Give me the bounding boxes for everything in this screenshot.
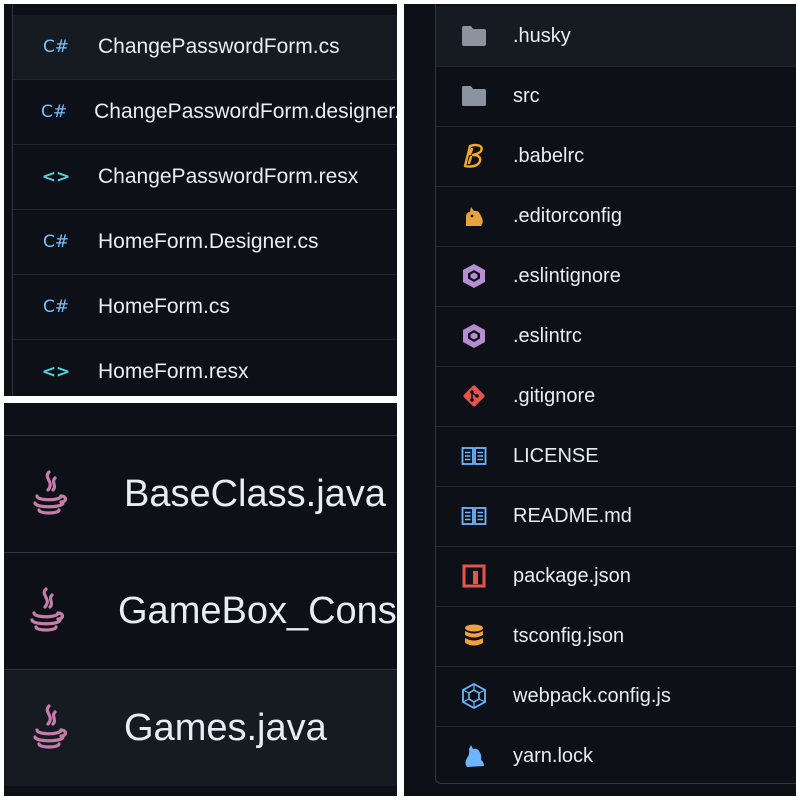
file-row[interactable]: .husky <box>436 6 796 67</box>
file-row[interactable]: tsconfig.json <box>436 606 796 667</box>
file-row[interactable]: <> ChangePasswordForm.resx <box>13 145 397 210</box>
file-name[interactable]: ChangePasswordForm.cs <box>98 35 340 59</box>
file-row[interactable]: yarn.lock <box>436 726 796 786</box>
folder-icon <box>460 85 488 107</box>
file-row[interactable]: C# HomeForm.Designer.cs <box>13 210 397 275</box>
file-name[interactable]: Games.java <box>124 707 327 750</box>
file-name[interactable]: .babelrc <box>513 145 584 168</box>
npm-icon <box>460 564 488 588</box>
java-file-list-panel: BaseClass.java GameBox_Console.java <box>4 403 397 796</box>
file-name[interactable]: .editorconfig <box>513 205 622 228</box>
babel-icon <box>460 143 488 169</box>
file-row[interactable]: <> HomeForm.resx <box>13 340 397 396</box>
file-row[interactable]: .editorconfig <box>436 186 796 247</box>
file-row[interactable]: C# ChangePasswordForm.designer.cs <box>13 80 397 145</box>
file-name[interactable]: package.json <box>513 565 631 588</box>
file-row[interactable]: README.md <box>436 486 796 547</box>
folder-icon <box>460 25 488 47</box>
webpack-icon <box>460 683 488 709</box>
file-row[interactable]: C# HomeForm.cs <box>13 275 397 340</box>
java-file-icon <box>26 585 66 637</box>
file-name[interactable]: src <box>513 85 540 108</box>
file-row[interactable]: Games.java <box>4 670 397 786</box>
file-row[interactable]: .eslintrc <box>436 306 796 367</box>
file-row[interactable]: .eslintignore <box>436 246 796 307</box>
database-icon <box>460 623 488 649</box>
file-name[interactable]: HomeForm.Designer.cs <box>98 230 319 254</box>
file-name[interactable]: HomeForm.cs <box>98 295 230 319</box>
csharp-file-icon: C# <box>41 102 68 122</box>
file-row[interactable]: src <box>436 66 796 127</box>
file-name[interactable]: ChangePasswordForm.designer.cs <box>94 100 397 124</box>
file-row[interactable]: LICENSE <box>436 426 796 487</box>
csharp-file-icon: C# <box>42 297 70 317</box>
java-file-icon <box>26 468 72 520</box>
file-name[interactable]: webpack.config.js <box>513 685 671 708</box>
file-name[interactable]: .eslintignore <box>513 265 621 288</box>
csharp-file-list-panel: C# ChangePasswordForm.cs C# ChangePasswo… <box>4 4 397 396</box>
file-name[interactable]: tsconfig.json <box>513 625 624 648</box>
book-icon <box>460 446 488 466</box>
file-name[interactable]: ChangePasswordForm.resx <box>98 165 358 189</box>
yarn-icon <box>460 743 488 769</box>
file-name[interactable]: LICENSE <box>513 445 599 468</box>
file-name[interactable]: yarn.lock <box>513 745 593 768</box>
file-row[interactable]: GameBox_Console.java <box>4 553 397 670</box>
file-name[interactable]: HomeForm.resx <box>98 360 249 384</box>
file-name[interactable]: README.md <box>513 505 632 528</box>
csharp-file-icon: C# <box>42 232 70 252</box>
eslint-icon <box>460 323 488 349</box>
java-file-icon <box>26 702 72 754</box>
resx-file-icon: <> <box>41 167 71 187</box>
book-icon <box>460 506 488 526</box>
git-icon <box>460 383 488 409</box>
file-row[interactable]: BaseClass.java <box>4 436 397 553</box>
file-name[interactable]: .gitignore <box>513 385 595 408</box>
project-file-list-panel: .husky src .babelrc .editorconfig .eslin… <box>404 4 796 796</box>
eslint-icon <box>460 263 488 289</box>
file-list-frame: C# ChangePasswordForm.cs C# ChangePasswo… <box>12 4 397 396</box>
file-name[interactable]: GameBox_Console.java <box>118 590 397 633</box>
resx-file-icon: <> <box>41 362 71 382</box>
file-row[interactable]: C# ChangePasswordForm.cs <box>13 15 397 80</box>
file-name[interactable]: .eslintrc <box>513 325 582 348</box>
file-row[interactable]: .gitignore <box>436 366 796 427</box>
file-row[interactable]: .babelrc <box>436 126 796 187</box>
editorconfig-icon <box>460 204 488 228</box>
file-row[interactable]: webpack.config.js <box>436 666 796 727</box>
screenshot-collage: C# ChangePasswordForm.cs C# ChangePasswo… <box>0 0 800 800</box>
csharp-file-icon: C# <box>42 37 70 57</box>
file-name[interactable]: .husky <box>513 25 571 48</box>
file-name[interactable]: BaseClass.java <box>124 473 386 516</box>
file-row[interactable]: package.json <box>436 546 796 607</box>
